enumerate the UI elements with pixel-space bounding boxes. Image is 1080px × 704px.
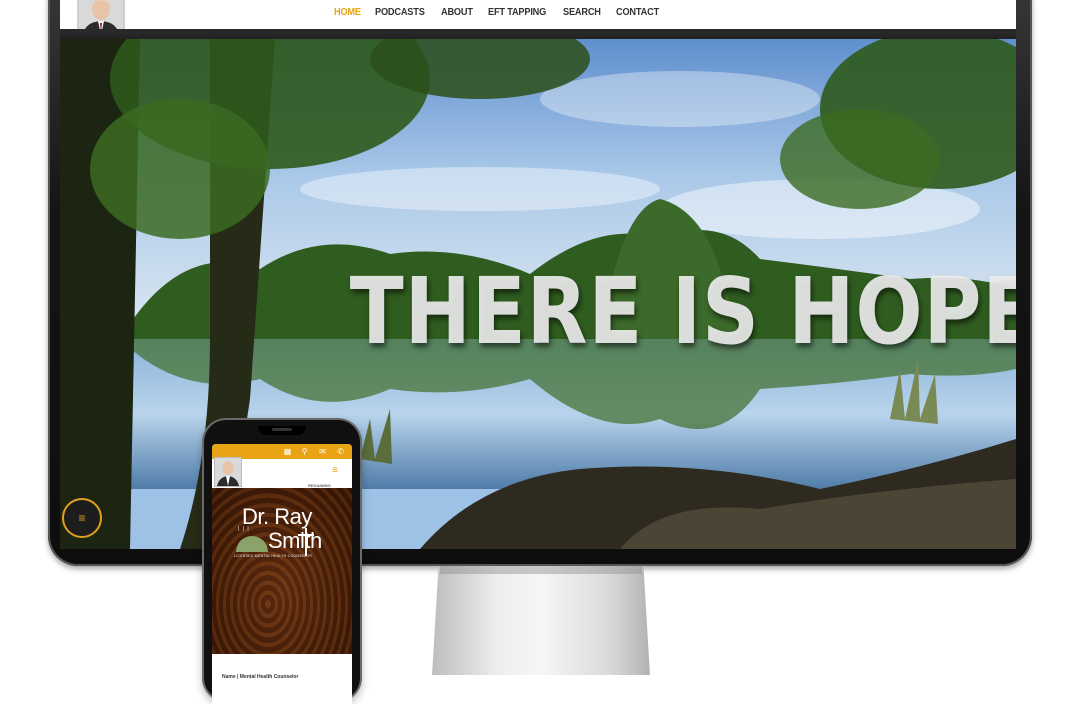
calendar-icon[interactable]: ▦ (283, 447, 292, 456)
mobile-portrait-image (215, 458, 241, 486)
nav-eft-tapping[interactable]: EFT TAPPING (488, 7, 546, 18)
monitor-stand (432, 566, 650, 675)
cross-icon (305, 528, 307, 556)
brand-subtitle: LICENSED MENTAL HEALTH COUNSELOR (234, 554, 313, 558)
nav-podcasts[interactable]: PODCASTS (375, 7, 425, 18)
brand-name-line1: Dr. Ray (242, 504, 312, 529)
cross-icon-bar (298, 534, 314, 536)
hamburger-menu-icon[interactable]: ≡ (62, 498, 102, 538)
mobile-hero: | | | Dr. Ray Smith LICENSED MENTAL HEAL… (212, 488, 352, 654)
mobile-screen: ▦ ⚲ ✉ ✆ ≡ REGAINING PROGRESS | | | Dr. R… (212, 444, 352, 704)
navbar-divider (60, 29, 1016, 39)
mobile-header: ≡ (212, 457, 352, 487)
monitor-stand-shadow (440, 566, 642, 574)
hero-headline: THERE IS HOPE (349, 258, 1016, 365)
phone-icon[interactable]: ✆ (336, 447, 345, 456)
mobile-hamburger-icon[interactable]: ≡ (332, 465, 338, 476)
location-pin-icon[interactable]: ⚲ (300, 447, 309, 456)
mobile-phone-frame: ▦ ⚲ ✉ ✆ ≡ REGAINING PROGRESS | | | Dr. R… (204, 420, 360, 704)
nav-about[interactable]: ABOUT (441, 7, 473, 18)
mobile-profile-photo-logo[interactable] (214, 457, 242, 487)
phone-speaker (272, 428, 292, 431)
mobile-content-area: Name | Mental Health Counselor (212, 654, 352, 704)
brand-name-line2: Smith (268, 528, 322, 553)
envelope-icon[interactable]: ✉ (318, 447, 327, 456)
primary-navigation: HOME PODCASTS ABOUT EFT TAPPING SEARCH C… (334, 0, 663, 24)
site-navbar: HOME PODCASTS ABOUT EFT TAPPING SEARCH C… (60, 0, 1016, 37)
nav-home[interactable]: HOME (334, 7, 361, 18)
nav-contact[interactable]: CONTACT (616, 7, 659, 18)
nav-search[interactable]: SEARCH (563, 7, 601, 18)
